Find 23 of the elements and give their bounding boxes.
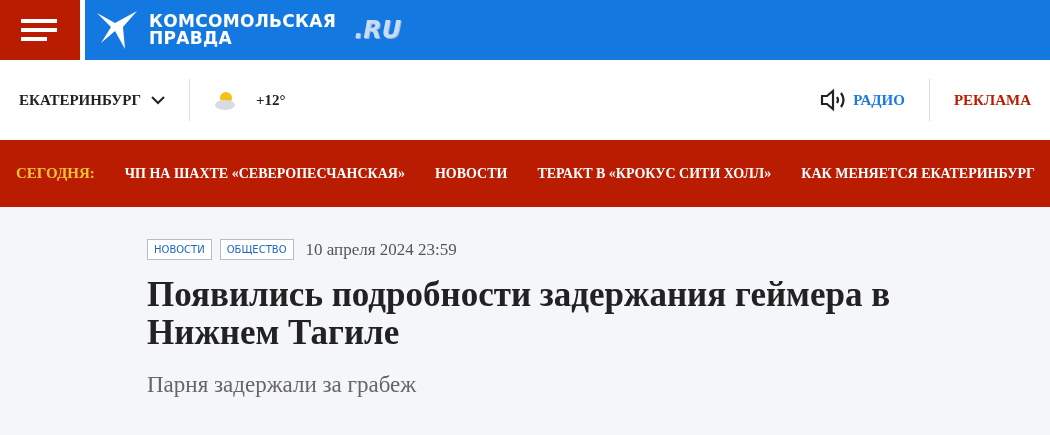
category-tag[interactable]: НОВОСТИ	[147, 239, 212, 260]
topic-link[interactable]: НОВОСТИ	[434, 165, 508, 182]
article-title: Появились подробности задержания геймера в Нижнем Тагиле	[147, 276, 892, 352]
domain-logo: .RU	[354, 16, 402, 44]
ads-link[interactable]: РЕКЛАМА	[953, 91, 1031, 109]
menu-icon	[21, 19, 59, 41]
bird-icon	[97, 9, 139, 51]
logo-text: ПРАВДА	[149, 30, 233, 47]
article-subtitle: Парня задержали за грабеж	[147, 372, 418, 398]
site-logo[interactable]: КОМСОМОЛЬСКАЯ ПРАВДА	[97, 9, 337, 51]
publish-date: 10 апреля 2024 23:59	[305, 239, 457, 260]
sun-cloud-icon	[214, 89, 238, 111]
logo-text: КОМСОМОЛЬСКАЯ	[149, 13, 337, 30]
radio-link[interactable]: РАДИО	[820, 89, 905, 111]
city-selector[interactable]: ЕКАТЕРИНБУРГ	[19, 91, 165, 109]
menu-button[interactable]	[0, 0, 80, 60]
today-label: СЕГОДНЯ:	[16, 165, 95, 182]
topic-link[interactable]: ЧП НА ШАХТЕ «СЕВЕРОПЕСЧАНСКАЯ»	[124, 165, 405, 182]
category-tag[interactable]: ОБЩЕСТВО	[219, 239, 294, 260]
topic-link[interactable]: КАК МЕНЯЕТСЯ ЕКАТЕРИНБУРГ	[801, 165, 1035, 182]
chevron-down-icon	[151, 95, 165, 105]
temperature: +12°	[256, 91, 286, 109]
topic-link[interactable]: ТЕРАКТ В «КРОКУС СИТИ ХОЛЛ»	[537, 165, 772, 182]
